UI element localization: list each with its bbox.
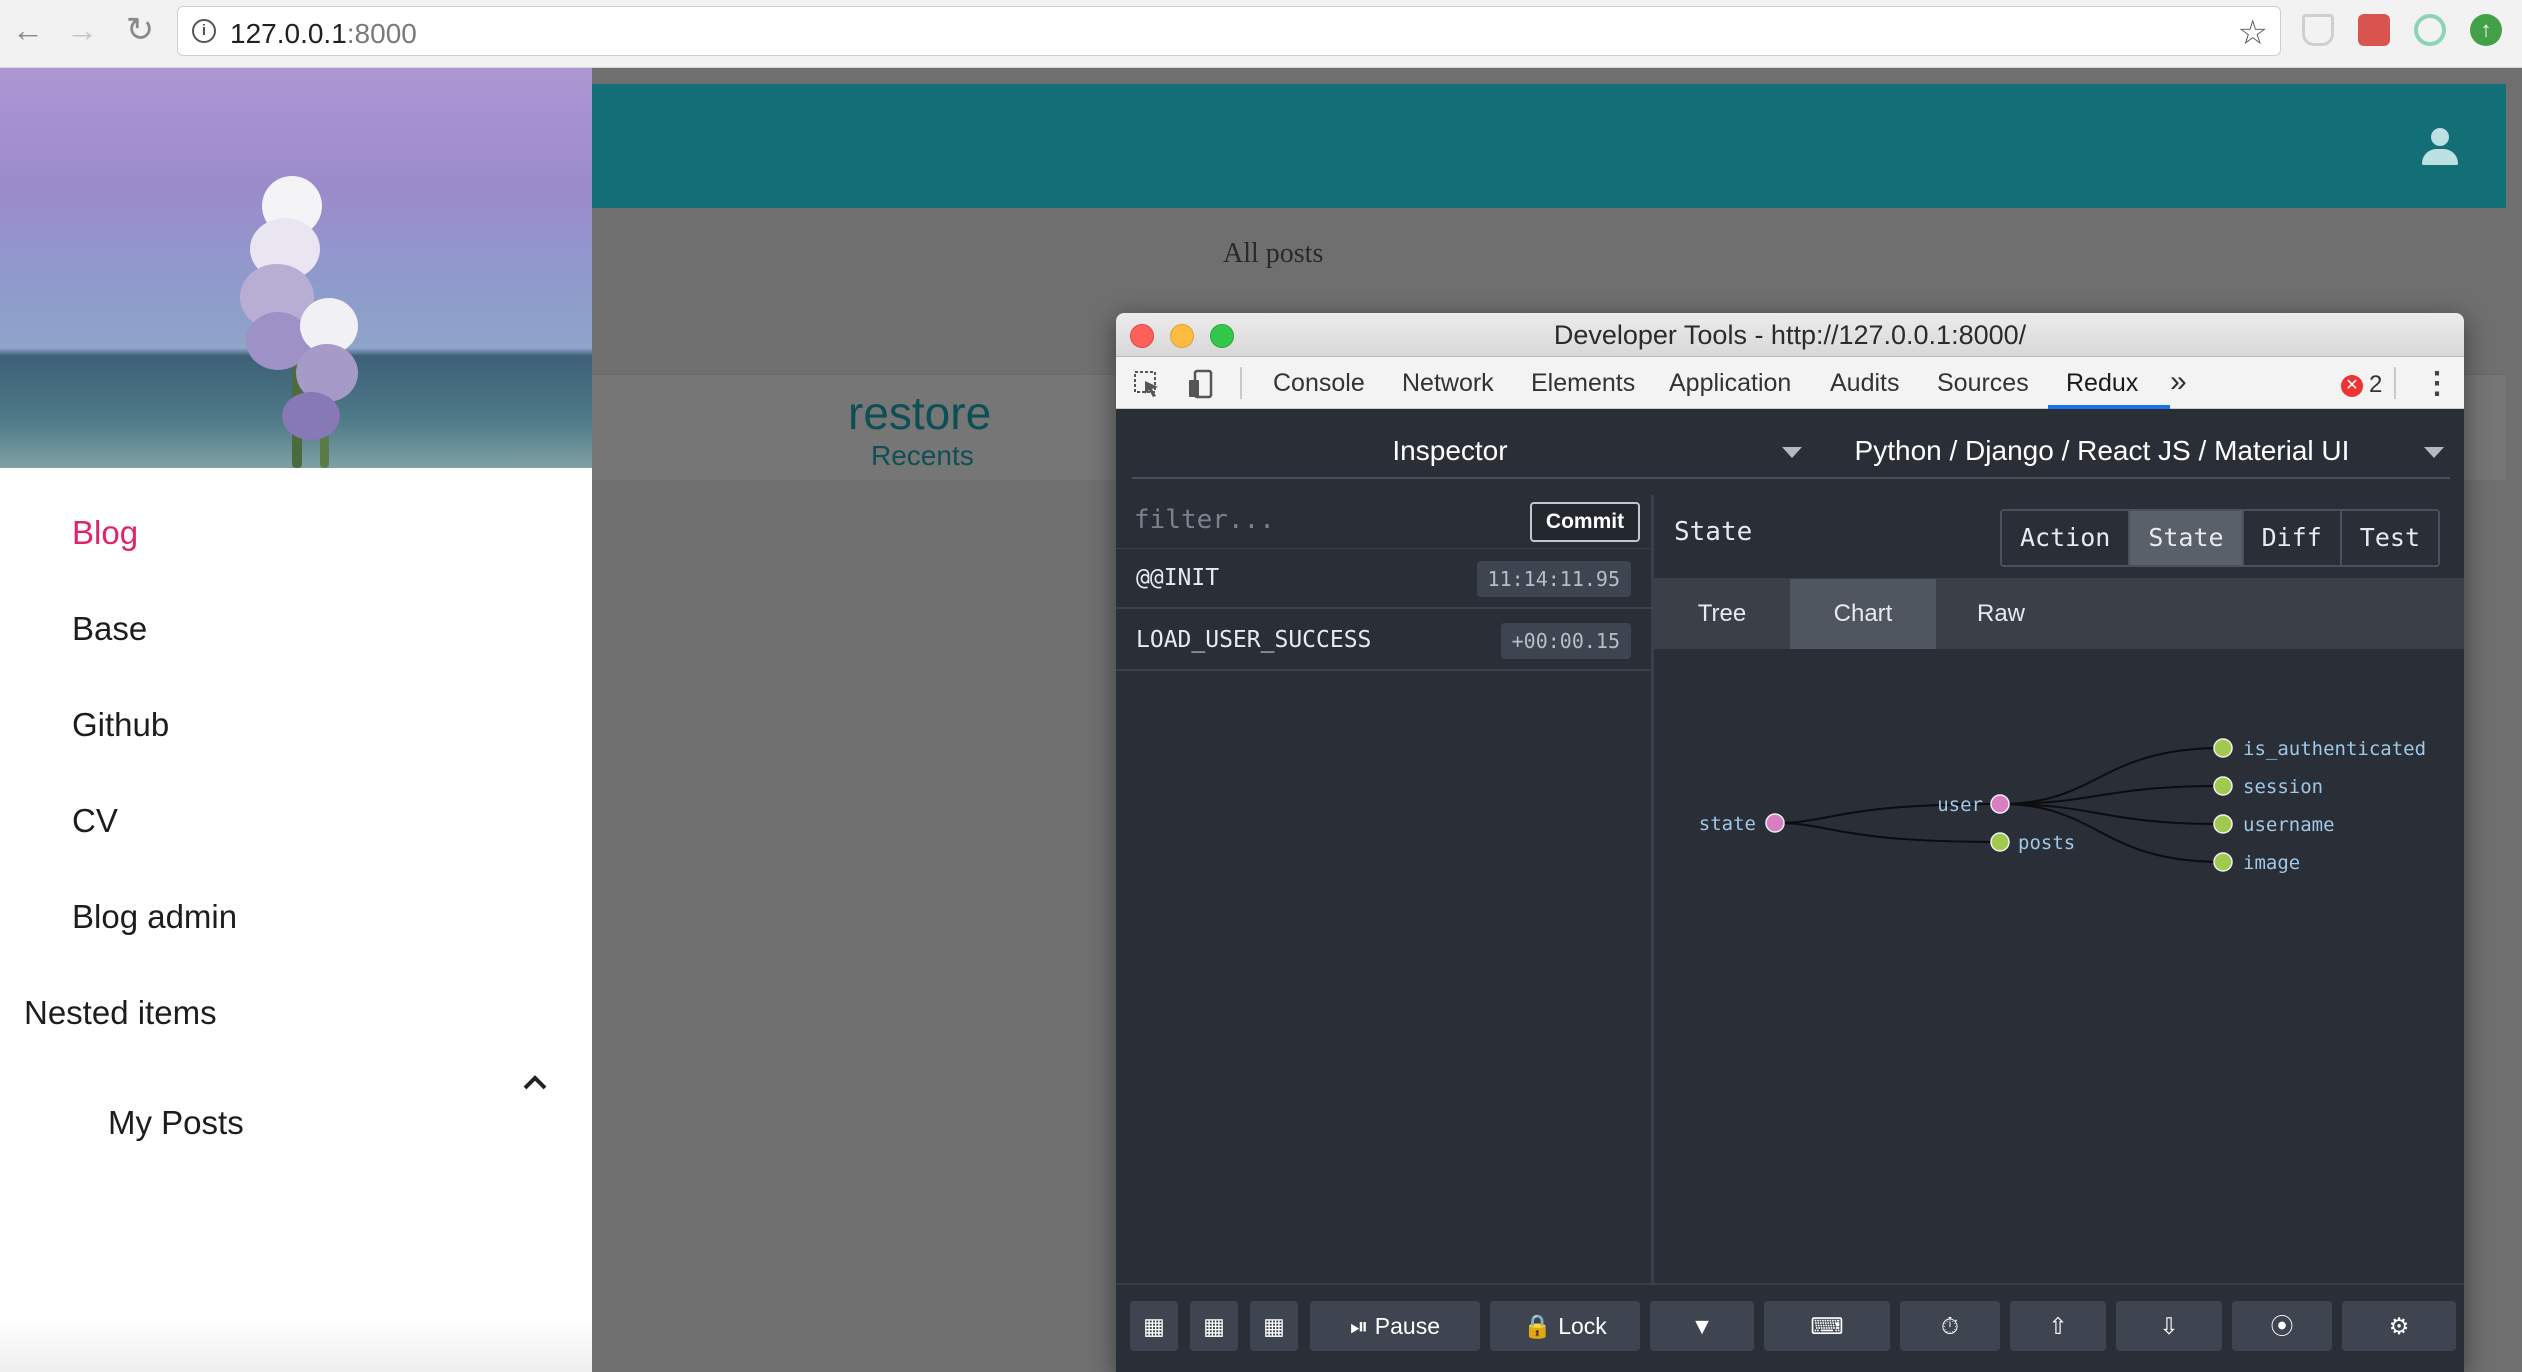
state-pane: State Action State Diff Test Tree Chart … <box>1654 495 2464 1283</box>
tab-chart[interactable]: Chart <box>1790 579 1936 649</box>
tab-network[interactable]: Network <box>1402 369 1494 398</box>
nav-item-cv[interactable]: CV <box>72 802 118 840</box>
devtools-tab-bar: Console Network Elements Application Aud… <box>1116 357 2464 409</box>
view-tabs: Tree Chart Raw <box>1654 579 2464 649</box>
keyboard-icon[interactable]: ⌨ <box>1764 1301 1890 1351</box>
redux-header: Inspector Python / Django / React JS / M… <box>1116 409 2464 495</box>
dock-left-icon[interactable]: ▦ <box>1130 1301 1178 1351</box>
pause-button[interactable]: ⏯ Pause <box>1310 1301 1480 1351</box>
mode-action-button[interactable]: Action <box>2002 511 2131 565</box>
mode-test-button[interactable]: Test <box>2341 511 2439 565</box>
lock-button[interactable]: 🔒 Lock <box>1490 1301 1640 1351</box>
download-icon[interactable]: ⇩ <box>2116 1301 2222 1351</box>
tab-application[interactable]: Application <box>1669 369 1791 398</box>
tab-raw[interactable]: Raw <box>1936 579 2066 649</box>
action-list-pane: filter... Commit @@INIT 11:14:11.95 LOAD… <box>1116 495 1654 1283</box>
state-chart: state user posts is_authenticated sessio… <box>1654 649 2464 1283</box>
tab-audits[interactable]: Audits <box>1830 369 1899 398</box>
action-timestamp: 11:14:11.95 <box>1476 561 1631 597</box>
action-row[interactable]: LOAD_USER_SUCCESS +00:00.15 <box>1116 611 1651 671</box>
error-icon: ✕ <box>2341 375 2363 397</box>
site-subtitle: Recents <box>871 440 974 471</box>
action-timestamp: +00:00.15 <box>1500 623 1631 659</box>
leaf-node[interactable] <box>2213 776 2233 796</box>
forward-arrow-icon[interactable]: → <box>64 12 100 48</box>
dock-right-icon[interactable]: ▦ <box>1190 1301 1238 1351</box>
nav-item-my-posts[interactable]: My Posts <box>108 1104 244 1142</box>
more-tabs-icon[interactable]: » <box>2170 365 2187 399</box>
node-label: session <box>2243 776 2323 798</box>
mode-diff-button[interactable]: Diff <box>2243 511 2342 565</box>
app-bar <box>592 84 2506 208</box>
leaf-node[interactable] <box>2213 852 2233 872</box>
grid-extension-icon[interactable] <box>2358 14 2390 46</box>
tab-console[interactable]: Console <box>1273 369 1365 398</box>
page-heading: All posts <box>1223 238 1324 269</box>
devtools-window: Developer Tools - http://127.0.0.1:8000/… <box>1116 313 2464 1372</box>
filter-input[interactable]: filter... <box>1134 505 1275 535</box>
inspect-element-icon[interactable] <box>1132 369 1162 399</box>
bookmark-star-icon[interactable]: ☆ <box>2238 13 2268 53</box>
nav-item-nested[interactable]: Nested items <box>24 994 217 1032</box>
device-toolbar-icon[interactable] <box>1186 369 1216 399</box>
error-count-badge[interactable]: ✕ 2 <box>2341 371 2382 399</box>
tab-elements[interactable]: Elements <box>1531 369 1635 398</box>
nav-item-blog[interactable]: Blog <box>72 514 138 552</box>
lock-icon: 🔒 <box>1523 1313 1552 1339</box>
upload-icon[interactable]: ⇧ <box>2010 1301 2106 1351</box>
shield-extension-icon[interactable] <box>2302 14 2334 46</box>
settings-gear-icon[interactable]: ⚙ <box>2342 1301 2456 1351</box>
url-text: 127.0.0.1:8000 <box>230 18 417 49</box>
pane-title: State <box>1674 517 1753 547</box>
node-label: is_authenticated <box>2243 738 2426 760</box>
user-node[interactable] <box>1990 794 2010 814</box>
commit-button[interactable]: Commit <box>1530 502 1640 542</box>
action-row[interactable]: @@INIT 11:14:11.95 <box>1116 549 1651 609</box>
reload-icon[interactable]: ↻ <box>122 12 158 48</box>
pin-icon[interactable]: ▼ <box>1650 1301 1754 1351</box>
instance-select[interactable]: Python / Django / React JS / Material UI <box>1794 423 2450 479</box>
address-bar[interactable]: i 127.0.0.1:8000 ☆ <box>177 6 2281 56</box>
tab-sources[interactable]: Sources <box>1937 369 2029 398</box>
mode-state-button[interactable]: State <box>2130 511 2244 565</box>
node-label: state <box>1699 813 1756 835</box>
node-label: user <box>1937 794 1983 816</box>
more-options-icon[interactable]: ⋮ <box>2422 369 2452 399</box>
tab-tree[interactable]: Tree <box>1654 579 1790 649</box>
circle-extension-icon[interactable] <box>2414 14 2446 46</box>
leaf-node[interactable] <box>2213 738 2233 758</box>
nav-item-github[interactable]: Github <box>72 706 169 744</box>
site-info-icon[interactable]: i <box>192 19 216 43</box>
action-name: LOAD_USER_SUCCESS <box>1136 627 1372 653</box>
nav-item-blog-admin[interactable]: Blog admin <box>72 898 237 936</box>
action-name: @@INIT <box>1136 565 1220 591</box>
remote-icon[interactable]: ⦿ <box>2232 1301 2332 1351</box>
tab-redux[interactable]: Redux <box>2066 369 2138 398</box>
timer-icon[interactable]: ⏱ <box>1900 1301 2000 1351</box>
upload-extension-icon[interactable]: ↑ <box>2470 14 2502 46</box>
dropdown-arrow-icon <box>2424 447 2444 458</box>
node-label: image <box>2243 852 2300 874</box>
devtools-titlebar: Developer Tools - http://127.0.0.1:8000/ <box>1116 313 2464 357</box>
back-arrow-icon[interactable]: ← <box>10 12 46 48</box>
redux-toolbar: ▦ ▦ ▦ ⏯ Pause 🔒 Lock ▼ ⌨ ⏱ ⇧ ⇩ ⦿ ⚙ <box>1116 1283 2464 1372</box>
node-label: username <box>2243 814 2335 836</box>
account-icon[interactable] <box>2420 128 2460 168</box>
pause-icon: ⏯ <box>1349 1313 1369 1339</box>
leaf-node[interactable] <box>2213 814 2233 834</box>
site-name[interactable]: restore <box>848 386 991 440</box>
nav-item-base[interactable]: Base <box>72 610 147 648</box>
browser-chrome: ← → ↻ i 127.0.0.1:8000 ☆ ↑ <box>0 0 2522 68</box>
monitor-select[interactable]: Inspector <box>1132 423 1808 479</box>
state-node[interactable] <box>1765 813 1785 833</box>
posts-node[interactable] <box>1990 832 2010 852</box>
dock-bottom-icon[interactable]: ▦ <box>1250 1301 1298 1351</box>
chevron-up-icon[interactable] <box>520 1068 550 1098</box>
navigation-drawer: Blog Base Github CV Blog admin Nested it… <box>0 68 592 1372</box>
node-label: posts <box>2018 832 2075 854</box>
drawer-header-image <box>0 68 592 468</box>
devtools-title: Developer Tools - http://127.0.0.1:8000/ <box>1553 320 2027 350</box>
mode-tabs: Action State Diff Test <box>2000 509 2441 567</box>
